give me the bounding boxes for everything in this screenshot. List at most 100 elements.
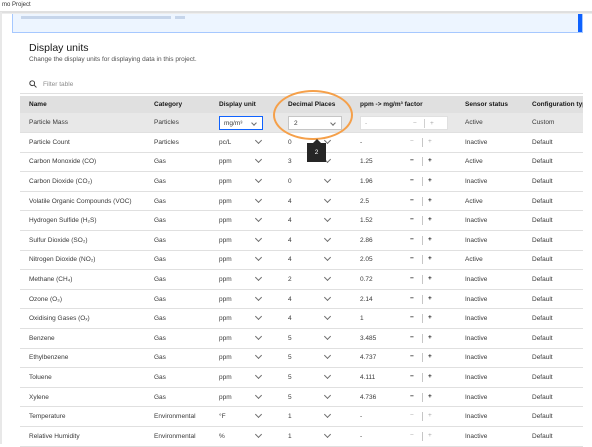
minus-icon[interactable]: − xyxy=(410,197,414,204)
row-name: Benzene xyxy=(20,328,145,349)
decimal-places-select[interactable]: 4 xyxy=(288,293,332,303)
minus-icon[interactable]: − xyxy=(410,138,414,145)
decimal-places-select[interactable]: 4 xyxy=(288,313,332,322)
minus-icon[interactable]: − xyxy=(410,295,414,302)
minus-icon[interactable]: − xyxy=(410,177,414,184)
plus-icon[interactable]: + xyxy=(428,432,432,439)
factor-stepper[interactable]: 0.72 − + xyxy=(360,274,445,284)
row-status: Inactive xyxy=(456,308,523,329)
minus-icon[interactable]: − xyxy=(410,432,414,439)
factor-stepper[interactable]: 2.14 − + xyxy=(360,294,445,304)
factor-stepper[interactable]: 4.736 − + xyxy=(360,392,445,402)
display-unit-select[interactable]: ppm xyxy=(219,371,263,381)
display-unit-select[interactable]: °F xyxy=(219,411,263,420)
plus-icon[interactable]: + xyxy=(428,412,432,419)
plus-icon[interactable]: + xyxy=(428,295,432,302)
chevron-down-icon xyxy=(323,175,332,184)
plus-icon[interactable]: + xyxy=(428,393,432,400)
factor-stepper[interactable]: 1.96 − + xyxy=(360,176,445,186)
column-header-factor[interactable]: ppm -> mg/m³ factor xyxy=(351,96,456,113)
factor-stepper[interactable]: 1 − + xyxy=(360,314,445,324)
decimal-places-select[interactable]: 0 xyxy=(288,175,332,185)
minus-icon[interactable]: − xyxy=(410,334,414,341)
display-unit-select[interactable]: ppm xyxy=(219,352,263,361)
plus-icon[interactable]: + xyxy=(428,334,432,341)
decimal-places-value: 4 xyxy=(288,197,292,205)
factor-stepper[interactable]: - − + xyxy=(360,412,445,422)
factor-stepper[interactable]: 3.485 − + xyxy=(360,333,445,343)
factor-stepper[interactable]: - − + xyxy=(360,137,445,147)
minus-icon[interactable]: − xyxy=(410,353,414,360)
minus-icon[interactable]: − xyxy=(410,236,414,243)
display-unit-select[interactable]: ppm xyxy=(219,175,263,185)
decimal-places-select[interactable]: 5 xyxy=(288,352,332,361)
display-unit-select[interactable]: ppm xyxy=(219,234,263,244)
display-unit-select[interactable]: % xyxy=(219,430,263,440)
display-unit-select[interactable]: ppm xyxy=(219,391,263,401)
plus-icon[interactable]: + xyxy=(428,236,432,243)
factor-stepper[interactable]: 1.25 − + xyxy=(360,157,445,167)
display-unit-select[interactable]: mg/m³ xyxy=(219,115,263,130)
minus-icon[interactable]: − xyxy=(410,275,414,282)
plus-icon[interactable]: + xyxy=(428,197,432,204)
plus-icon[interactable]: + xyxy=(428,255,432,262)
factor-stepper[interactable]: 4.737 − + xyxy=(360,353,445,363)
display-unit-select[interactable]: ppm xyxy=(219,156,263,165)
decimal-places-select[interactable]: 1 xyxy=(288,411,332,420)
minus-icon[interactable]: − xyxy=(410,157,414,164)
stepper-divider xyxy=(422,255,423,265)
display-unit-select[interactable]: ppm xyxy=(219,195,263,205)
plus-icon[interactable]: + xyxy=(428,177,432,184)
display-unit-select[interactable]: ppm xyxy=(219,313,263,322)
plus-icon[interactable]: + xyxy=(430,117,434,131)
factor-stepper[interactable]: - − + xyxy=(360,431,445,441)
factor-stepper[interactable]: 2.05 − + xyxy=(360,255,445,265)
display-unit-select[interactable]: ppm xyxy=(219,215,263,224)
minus-icon[interactable]: − xyxy=(410,393,414,400)
minus-icon[interactable]: − xyxy=(413,117,417,131)
decimal-places-value: 0 xyxy=(288,138,292,146)
row-name: Volatile Organic Compounds (VOC) xyxy=(20,191,145,212)
decimal-places-select[interactable]: 2 xyxy=(288,273,332,283)
row-name: Hydrogen Sulfide (H₂S) xyxy=(20,210,145,231)
decimal-places-select[interactable]: 5 xyxy=(288,332,332,342)
plus-icon[interactable]: + xyxy=(428,275,432,282)
factor-stepper[interactable]: 2.86 − + xyxy=(360,235,445,245)
row-category: Gas xyxy=(145,250,210,271)
factor-stepper[interactable]: 1.52 − + xyxy=(360,216,445,226)
decimal-places-select[interactable]: 4 xyxy=(288,234,332,244)
decimal-places-select[interactable]: 4 xyxy=(288,254,332,263)
column-header-sensor-status[interactable]: Sensor status xyxy=(456,96,523,113)
filter-input[interactable]: Filter table xyxy=(43,81,73,88)
decimal-places-select[interactable]: 5 xyxy=(288,391,332,401)
plus-icon[interactable]: + xyxy=(428,138,432,145)
display-unit-select[interactable]: ppm xyxy=(219,254,263,263)
factor-stepper[interactable]: 4.111 − + xyxy=(360,372,445,382)
factor-stepper[interactable]: 2.5 − + xyxy=(360,196,445,206)
chevron-down-icon xyxy=(254,313,263,321)
decimal-places-select[interactable]: 1 xyxy=(288,430,332,440)
minus-icon[interactable]: − xyxy=(410,216,414,223)
display-unit-select[interactable]: ppm xyxy=(219,332,263,342)
column-header-category[interactable]: Category xyxy=(145,96,210,113)
plus-icon[interactable]: + xyxy=(428,216,432,223)
minus-icon[interactable]: − xyxy=(410,412,414,419)
plus-icon[interactable]: + xyxy=(428,373,432,380)
column-header-name[interactable]: Name xyxy=(20,96,145,113)
column-header-display-unit[interactable]: Display unit xyxy=(210,96,279,113)
minus-icon[interactable]: − xyxy=(410,255,414,262)
plus-icon[interactable]: + xyxy=(428,314,432,321)
plus-icon[interactable]: + xyxy=(428,353,432,360)
decimal-places-select[interactable]: 4 xyxy=(288,195,332,205)
minus-icon[interactable]: − xyxy=(410,373,414,380)
column-header-configuration-type[interactable]: Configuration type xyxy=(523,96,583,113)
decimal-places-select[interactable]: 4 xyxy=(288,215,332,224)
minus-icon[interactable]: − xyxy=(410,314,414,321)
display-unit-select[interactable]: pc/L xyxy=(219,136,263,146)
decimal-places-select[interactable]: 5 xyxy=(288,371,332,381)
display-unit-select[interactable]: ppm xyxy=(219,273,263,283)
display-unit-select[interactable]: ppm xyxy=(219,293,263,303)
row-config: Default xyxy=(523,348,583,369)
plus-icon[interactable]: + xyxy=(428,157,432,164)
factor-stepper[interactable]: - − + xyxy=(360,115,448,131)
